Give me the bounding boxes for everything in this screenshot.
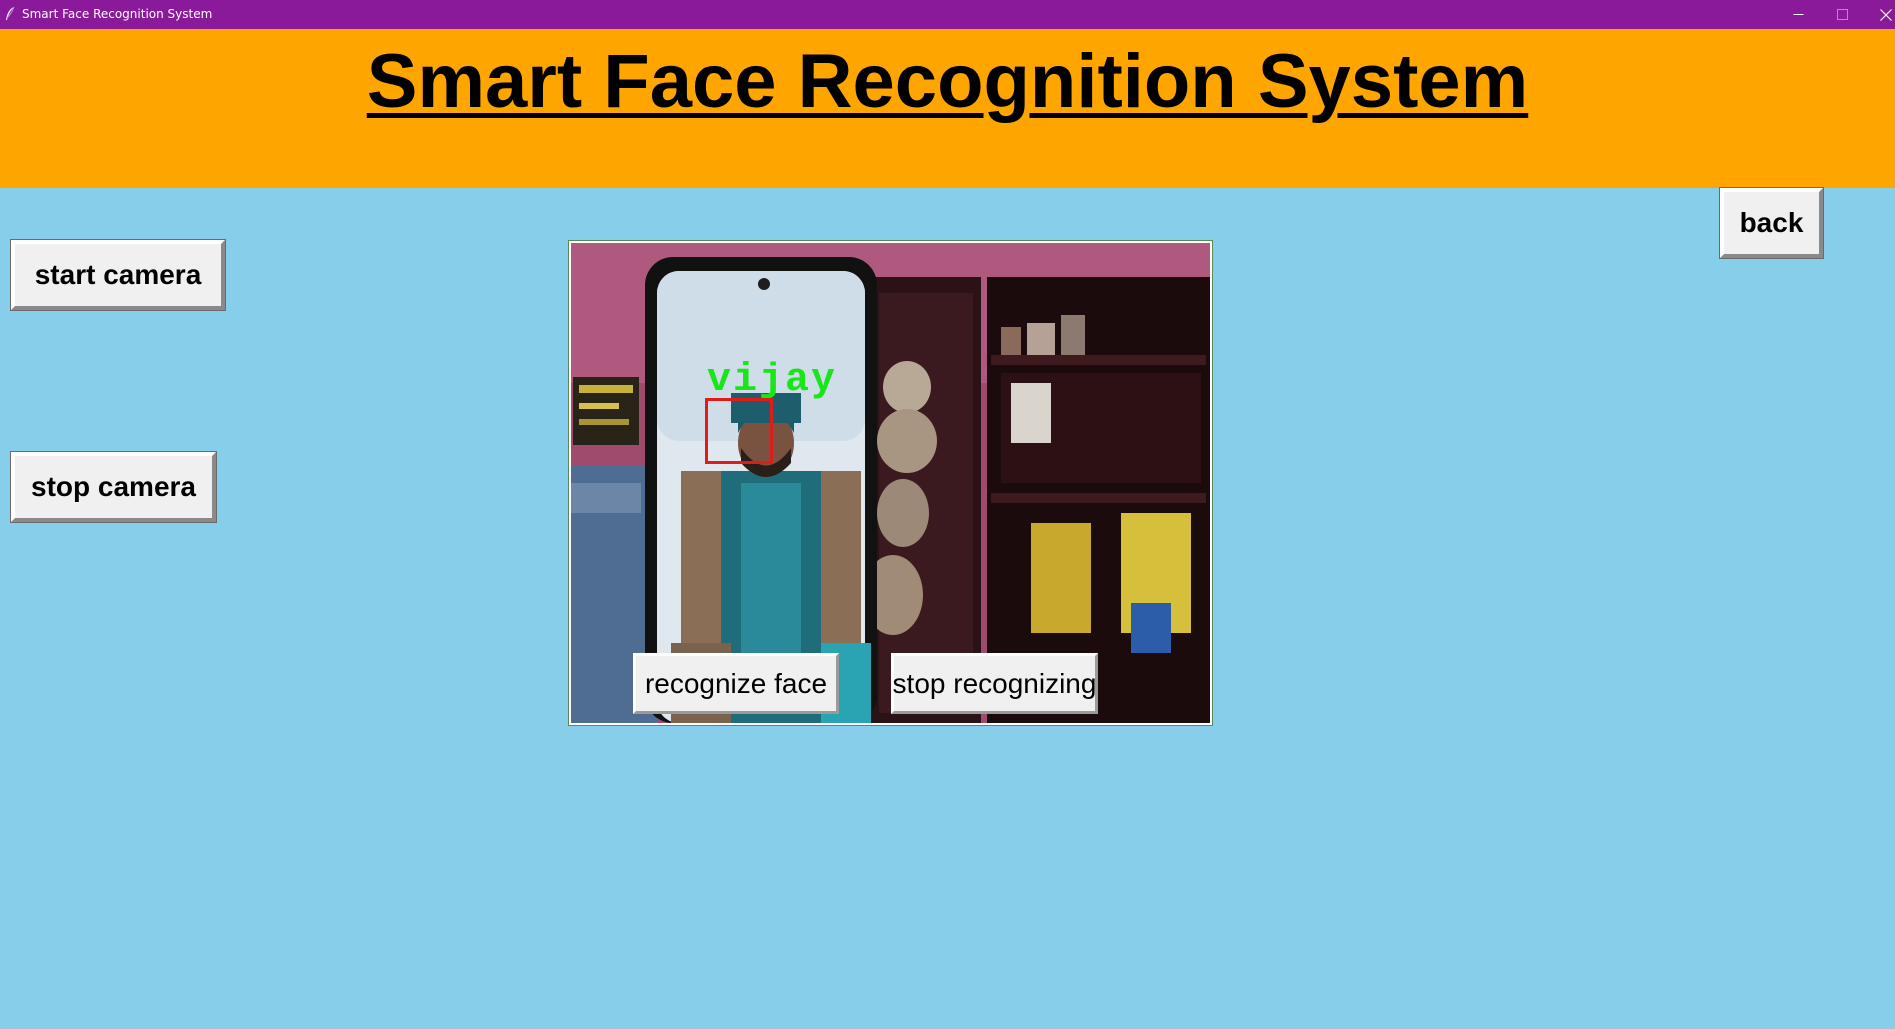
minimize-button[interactable] — [1776, 0, 1820, 29]
recognize-face-button[interactable]: recognize face — [633, 653, 839, 714]
window-titlebar: Smart Face Recognition System — [0, 0, 1895, 29]
header-banner: Smart Face Recognition System — [0, 29, 1895, 188]
face-detection-box — [705, 398, 773, 464]
close-icon — [1880, 8, 1892, 21]
close-button[interactable] — [1864, 0, 1895, 29]
page-title: Smart Face Recognition System — [366, 39, 1529, 124]
start-camera-button[interactable]: start camera — [10, 239, 226, 311]
detected-name-label: vijay — [707, 358, 838, 403]
maximize-button[interactable] — [1820, 0, 1864, 29]
window-title: Smart Face Recognition System — [22, 7, 213, 21]
minimize-icon — [1793, 14, 1803, 15]
stop-camera-button[interactable]: stop camera — [10, 451, 217, 523]
stop-recognizing-button[interactable]: stop recognizing — [891, 653, 1098, 714]
camera-feed-image — [571, 243, 1210, 723]
maximize-icon — [1836, 9, 1848, 20]
back-button[interactable]: back — [1719, 187, 1824, 259]
feather-icon — [6, 6, 15, 20]
